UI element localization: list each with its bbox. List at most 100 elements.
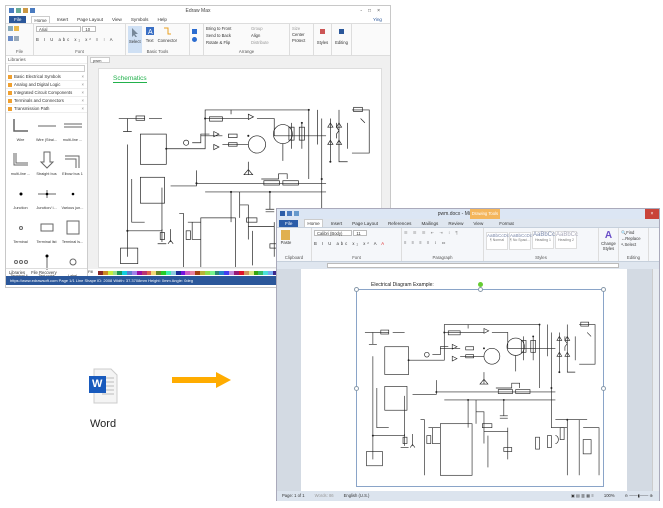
distribute-button[interactable]: Distribute: [251, 40, 289, 47]
diagram-caption[interactable]: Electrical Diagram Example:: [371, 282, 434, 288]
tab-symbols[interactable]: Symbols: [129, 16, 151, 23]
library-shape[interactable]: Wire: [8, 116, 33, 148]
library-shape[interactable]: Various jun...: [60, 184, 85, 216]
document-page[interactable]: Electrical Diagram Example:: [301, 269, 627, 491]
list-buttons[interactable]: ☰ ☰ ☰ ⇤ ⇥ ↕ ¶: [404, 230, 481, 236]
library-category[interactable]: Terminals and Connectors ×: [6, 97, 87, 105]
tab-insert[interactable]: Insert: [55, 16, 71, 23]
protect-button[interactable]: Protect: [292, 38, 311, 44]
schematic-title[interactable]: Schematics: [113, 75, 147, 83]
window-controls[interactable]: -□×: [360, 6, 386, 16]
document-area[interactable]: Electrical Diagram Example:: [277, 269, 659, 491]
rectangle-icon[interactable]: [192, 29, 197, 34]
style-no-spacing[interactable]: AaBbCcDc ¶ No Spaci...: [509, 232, 532, 250]
zoom-level[interactable]: 100%: [604, 491, 615, 501]
word-app-icon[interactable]: W: [88, 368, 118, 406]
send-to-back-button[interactable]: Send to Back: [206, 33, 251, 40]
tab-file-recovery[interactable]: File Recovery: [31, 269, 57, 276]
tab-view[interactable]: View: [471, 220, 485, 227]
horizontal-ruler[interactable]: [277, 262, 659, 269]
resize-handle[interactable]: [354, 386, 359, 391]
word-count[interactable]: Words: 86: [315, 491, 334, 501]
font-name-select[interactable]: Calibri (Body): [314, 230, 352, 236]
library-category[interactable]: Transmission Path ×: [6, 105, 87, 113]
font-format-buttons[interactable]: B I U abc x₂ x² ≡ ⁝ A: [36, 37, 123, 43]
copy-icon[interactable]: [8, 36, 13, 42]
resize-handle[interactable]: [354, 287, 359, 292]
tab-insert[interactable]: Insert: [329, 220, 345, 227]
style-heading-2[interactable]: AaBbCc Heading 2: [555, 231, 578, 249]
font-size-select[interactable]: 10: [82, 26, 97, 32]
align-buttons[interactable]: ≡ ≡ ≡ ≡ ↕ ▭: [404, 240, 481, 246]
page-count[interactable]: Page: 1 of 1: [282, 491, 305, 501]
tab-mailings[interactable]: Mailings: [419, 220, 440, 227]
tab-view[interactable]: View: [110, 16, 124, 23]
library-category[interactable]: Analog and Digital Logic ×: [6, 81, 87, 89]
tab-format[interactable]: Format: [497, 220, 516, 227]
library-shape[interactable]: multi-line ...: [8, 150, 33, 182]
rotate-flip-button[interactable]: Rotate & Flip: [206, 40, 251, 47]
group-button[interactable]: Group: [251, 26, 289, 33]
align-button[interactable]: Align: [251, 33, 289, 40]
group-paragraph: ☰ ☰ ☰ ⇤ ⇥ ↕ ¶ ≡ ≡ ≡ ≡ ↕ ▭ Paragraph: [402, 228, 484, 261]
library-shape[interactable]: Terminal list: [34, 218, 59, 250]
user-account[interactable]: Ying: [371, 16, 390, 23]
font-name-select[interactable]: Arial: [36, 26, 81, 32]
library-shape[interactable]: Junction/ i...: [34, 184, 59, 216]
ellipse-icon[interactable]: [192, 37, 197, 42]
style-heading-1[interactable]: AaBbCc Heading 1: [532, 231, 555, 249]
open-icon[interactable]: [14, 26, 19, 32]
editing-button[interactable]: Editing: [332, 24, 352, 55]
tab-references[interactable]: References: [386, 220, 414, 227]
fill-label: Fill: [88, 269, 94, 274]
change-styles-button[interactable]: A Change Styles: [599, 228, 619, 261]
library-search-input[interactable]: [8, 65, 85, 72]
view-buttons[interactable]: ▣ ▤ ▥ ▦ ≡: [571, 491, 594, 501]
zoom-slider[interactable]: ⊖ ——▮—— ⊕: [625, 491, 659, 501]
font-size-select[interactable]: 11: [353, 230, 368, 236]
group-styles: AaBbCcDc ¶ Normal AaBbCcDc ¶ No Spaci... AaB…: [484, 228, 599, 261]
quick-access-toolbar[interactable]: [280, 209, 301, 219]
language[interactable]: English (U.S.): [344, 491, 370, 501]
library-shape[interactable]: Straight bus: [34, 150, 59, 182]
library-shape[interactable]: Wire (Strai...: [34, 116, 59, 148]
library-shape[interactable]: multi-line ...: [60, 116, 85, 148]
new-icon[interactable]: [8, 26, 13, 32]
tab-page-layout[interactable]: Page Layout: [75, 16, 105, 23]
quick-access-toolbar[interactable]: [9, 6, 37, 16]
bring-to-front-button[interactable]: Bring to Front: [206, 26, 251, 33]
group-label: Basic Tools: [146, 49, 169, 54]
document-tab[interactable]: pwm: [90, 57, 110, 63]
style-normal[interactable]: AaBbCcDc ¶ Normal: [486, 232, 509, 250]
tab-file[interactable]: File: [9, 16, 27, 23]
tab-home[interactable]: Home: [304, 219, 323, 227]
tab-help[interactable]: Help: [155, 16, 168, 23]
shape-preview-icon: [71, 192, 74, 196]
resize-handle[interactable]: [601, 287, 606, 292]
tab-page-layout[interactable]: Page Layout: [350, 220, 380, 227]
library-shape[interactable]: Junction: [8, 184, 33, 216]
group-size: Size Center Protect: [290, 24, 314, 55]
font-format-buttons[interactable]: B I U abc x₂ x² A A: [314, 241, 399, 247]
shape-label: Wire: [16, 138, 25, 142]
shape-grid: Wire Wire (Strai... multi-line ... multi-li…: [6, 113, 87, 287]
library-category[interactable]: Integrated Circuit Components ×: [6, 89, 87, 97]
paste-button[interactable]: Paste: [279, 230, 293, 246]
tab-review[interactable]: Review: [446, 220, 465, 227]
library-shape[interactable]: Terminal ls...: [60, 218, 85, 250]
library-shape[interactable]: Elbow bus 1: [60, 150, 85, 182]
tab-libraries[interactable]: Libraries: [9, 269, 25, 276]
group-label: Clipboard: [284, 255, 304, 260]
resize-handle[interactable]: [601, 386, 606, 391]
library-category[interactable]: Basic Electrical Symbols ×: [6, 73, 87, 81]
styles-button[interactable]: Styles: [314, 24, 332, 55]
tab-file[interactable]: File: [279, 219, 299, 227]
resize-handle[interactable]: [478, 287, 483, 292]
paste-icon[interactable]: [14, 36, 19, 42]
vertical-scrollbar[interactable]: [652, 269, 659, 491]
close-button[interactable]: ×: [645, 209, 659, 219]
selected-picture[interactable]: [354, 282, 606, 487]
select-button[interactable]: ↖Select: [621, 242, 646, 248]
status-bar: Page: 1 of 1 Words: 86 English (U.S.) ▣ …: [277, 491, 659, 501]
library-shape[interactable]: Terminal: [8, 218, 33, 250]
